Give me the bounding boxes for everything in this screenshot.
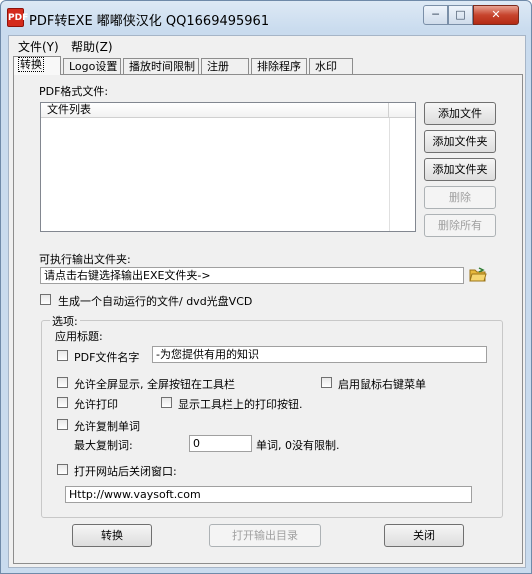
- allow-copy-checkbox[interactable]: [57, 419, 68, 430]
- close-after-website-checkbox[interactable]: [57, 464, 68, 475]
- output-folder-field[interactable]: 请点击右键选择输出EXE文件夹->: [40, 267, 464, 284]
- folder-open-icon[interactable]: [469, 267, 487, 282]
- tab-watermark[interactable]: 水印: [309, 58, 353, 75]
- toolbar-print-label: 显示工具栏上的打印按钮.: [178, 398, 303, 411]
- minimize-button[interactable]: ─: [423, 5, 448, 25]
- right-click-menu-label: 启用鼠标右键菜单: [338, 378, 426, 391]
- menu-help[interactable]: 帮助(Z): [71, 38, 113, 55]
- autorun-label: 生成一个自动运行的文件/ dvd光盘VCD: [58, 295, 253, 308]
- tab-convert[interactable]: 转换: [13, 56, 61, 75]
- close-after-website-label: 打开网站后关闭窗口:: [74, 465, 177, 478]
- file-list-column-header[interactable]: 文件列表: [41, 103, 389, 118]
- close-window-button[interactable]: ✕: [473, 5, 519, 25]
- add-file-button[interactable]: 添加文件: [424, 102, 496, 125]
- tab-exclude-programs[interactable]: 排除程序: [251, 58, 307, 75]
- title-bar[interactable]: PDF PDF转EXE 嘟嘟侠汉化 QQ1669495961 ─ □ ✕: [1, 1, 531, 35]
- file-list-header: 文件列表: [41, 103, 415, 118]
- maximize-button[interactable]: □: [448, 5, 473, 25]
- tab-convert-label: 转换: [18, 57, 44, 72]
- options-group-title: 选项:: [50, 313, 80, 329]
- client-area: 文件(Y) 帮助(Z) 转换 Logo设置 播放时间限制 注册 排除程序 水印 …: [8, 35, 526, 568]
- output-folder-label: 可执行输出文件夹:: [39, 253, 131, 266]
- tab-logo[interactable]: Logo设置: [63, 58, 121, 75]
- allow-copy-label: 允许复制单词: [74, 420, 140, 433]
- website-url-field[interactable]: Http://www.vaysoft.com: [65, 486, 472, 503]
- menu-bar: 文件(Y) 帮助(Z): [9, 36, 525, 54]
- toolbar-print-checkbox[interactable]: [161, 397, 172, 408]
- remove-all-button[interactable]: 删除所有: [424, 214, 496, 237]
- window-title: PDF转EXE 嘟嘟侠汉化 QQ1669495961: [29, 14, 270, 29]
- pdf-name-checkbox[interactable]: [57, 350, 68, 361]
- right-click-menu-checkbox[interactable]: [321, 377, 332, 388]
- close-button[interactable]: 关闭: [384, 524, 464, 547]
- add-folder-button-2[interactable]: 添加文件夹: [424, 158, 496, 181]
- convert-button[interactable]: 转换: [72, 524, 152, 547]
- pdf-files-label: PDF格式文件:: [39, 85, 109, 98]
- fullscreen-label: 允许全屏显示, 全屏按钮在工具栏: [74, 378, 235, 391]
- app-title-label: 应用标题:: [55, 330, 103, 343]
- add-folder-button[interactable]: 添加文件夹: [424, 130, 496, 153]
- max-copy-suffix: 单词, 0没有限制.: [256, 439, 340, 452]
- open-output-folder-button[interactable]: 打开输出目录: [209, 524, 321, 547]
- pdf-name-label: PDF文件名字: [74, 351, 140, 364]
- tab-register[interactable]: 注册: [201, 58, 249, 75]
- max-copy-label: 最大复制词:: [74, 439, 133, 452]
- pdf-app-icon: PDF: [7, 8, 28, 27]
- app-window: PDF PDF转EXE 嘟嘟侠汉化 QQ1669495961 ─ □ ✕ 文件(…: [0, 0, 532, 574]
- file-list-body[interactable]: [41, 118, 415, 231]
- allow-print-label: 允许打印: [74, 398, 118, 411]
- file-list[interactable]: 文件列表: [40, 102, 416, 232]
- app-title-field[interactable]: -为您提供有用的知识: [152, 346, 487, 363]
- remove-button[interactable]: 删除: [424, 186, 496, 209]
- autorun-checkbox[interactable]: [40, 294, 51, 305]
- max-copy-field[interactable]: 0: [189, 435, 252, 452]
- fullscreen-checkbox[interactable]: [57, 377, 68, 388]
- tab-strip: 转换 Logo设置 播放时间限制 注册 排除程序 水印: [13, 56, 523, 76]
- allow-print-checkbox[interactable]: [57, 397, 68, 408]
- menu-file[interactable]: 文件(Y): [18, 38, 59, 55]
- tab-playtime-limit[interactable]: 播放时间限制: [123, 58, 199, 75]
